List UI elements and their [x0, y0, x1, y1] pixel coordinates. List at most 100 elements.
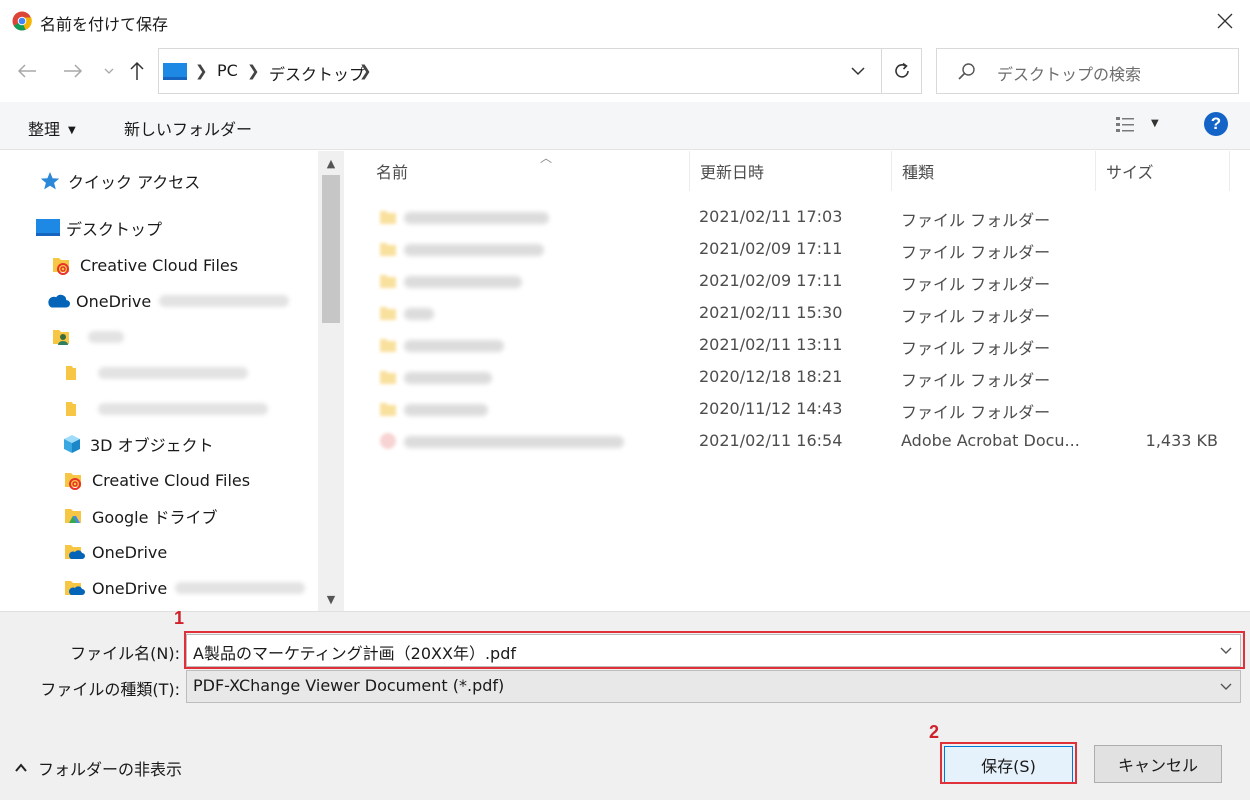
file-date: 2021/02/11 15:30: [699, 303, 843, 322]
back-button[interactable]: [14, 58, 40, 84]
recent-locations-button[interactable]: [96, 58, 122, 84]
folder-icon: [380, 275, 396, 288]
column-label: 更新日時: [700, 163, 765, 182]
table-row[interactable]: 2020/12/18 18:21 ファイル フォルダー: [346, 361, 1250, 393]
nav-creative-cloud-files[interactable]: Creative Cloud Files: [50, 249, 238, 281]
column-header-size[interactable]: サイズ: [1096, 151, 1230, 191]
nav-onedrive-3[interactable]: OneDrive: [62, 572, 306, 604]
nav-onedrive[interactable]: OneDrive: [46, 285, 290, 317]
nav-label: クイック アクセス: [68, 173, 201, 192]
up-button[interactable]: [124, 58, 150, 84]
table-row[interactable]: 2021/02/09 17:11 ファイル フォルダー: [346, 233, 1250, 265]
table-row[interactable]: 2021/02/09 17:11 ファイル フォルダー: [346, 265, 1250, 297]
redacted-text: [98, 403, 268, 415]
arrow-left-icon: [17, 64, 36, 78]
nav-google-drive[interactable]: Google ドライブ: [62, 500, 218, 532]
search-icon: [958, 63, 975, 80]
column-header-type[interactable]: 種類: [892, 151, 1096, 191]
column-label: 種類: [902, 163, 935, 182]
nav-label: Creative Cloud Files: [80, 255, 239, 275]
forward-button[interactable]: [60, 58, 86, 84]
file-type: ファイル フォルダー: [901, 307, 1051, 326]
hide-folders-button[interactable]: フォルダーの非表示: [14, 756, 182, 780]
folder-icon: [380, 243, 396, 256]
file-date: 2020/11/12 14:43: [699, 399, 843, 418]
organize-button[interactable]: 整理 ▼: [28, 116, 76, 140]
file-date: 2021/02/11 17:03: [699, 207, 843, 226]
view-dropdown-caret-icon[interactable]: ▼: [1151, 118, 1159, 129]
view-options-icon[interactable]: [1114, 114, 1138, 138]
breadcrumb-desktop[interactable]: デスクトップ: [269, 61, 365, 85]
folder-icon: [380, 339, 396, 352]
refresh-button[interactable]: [881, 49, 921, 93]
close-button[interactable]: [1200, 0, 1250, 42]
redacted-text: [98, 367, 248, 379]
nav-desktop[interactable]: デスクトップ: [36, 212, 162, 244]
file-date: 2021/02/09 17:11: [699, 239, 843, 258]
breadcrumb-pc[interactable]: PC: [217, 61, 238, 80]
search-box[interactable]: デスクトップの検索: [936, 48, 1239, 94]
scroll-down-icon[interactable]: ▼: [318, 587, 344, 611]
title-bar: 名前を付けて保存: [0, 0, 1250, 42]
nav-folder[interactable]: [60, 357, 248, 389]
organize-label: 整理: [28, 120, 61, 139]
hide-folders-label: フォルダーの非表示: [38, 760, 183, 779]
scroll-thumb[interactable]: [322, 175, 340, 323]
redacted-file-name: [404, 404, 488, 416]
nav-scrollbar[interactable]: ▲ ▼: [318, 151, 344, 611]
column-header-name[interactable]: ︿ 名前: [366, 151, 690, 191]
file-date: 2021/02/11 13:11: [699, 335, 843, 354]
creative-cloud-folder-icon: [62, 468, 86, 492]
redacted-file-name: [404, 276, 522, 288]
nav-label: OneDrive: [92, 578, 168, 598]
filetype-select[interactable]: PDF-XChange Viewer Document (*.pdf): [186, 670, 1241, 703]
table-row[interactable]: 2021/02/11 16:54 Adobe Acrobat Docu... 1,4…: [346, 425, 1250, 457]
nav-label: デスクトップ: [66, 220, 163, 239]
nav-label: OneDrive: [92, 542, 168, 562]
address-dropdown-button[interactable]: [835, 49, 881, 93]
file-date: 2021/02/11 16:54: [699, 431, 843, 450]
navigation-pane: クイック アクセス デスクトップ Creative Cloud Files On…: [0, 151, 344, 611]
nav-3d-objects[interactable]: 3D オブジェクト: [60, 428, 214, 460]
help-icon[interactable]: ?: [1204, 112, 1228, 136]
command-bar: 整理 ▼ 新しいフォルダー ▼: [0, 102, 1250, 150]
chrome-icon: [12, 11, 32, 31]
filetype-label: ファイルの種類(T):: [40, 680, 180, 699]
scroll-up-icon[interactable]: ▲: [318, 151, 344, 175]
table-row[interactable]: 2021/02/11 13:11 ファイル フォルダー: [346, 329, 1250, 361]
file-list: ︿ 名前 更新日時 種類 サイズ 2021/02/11 17:03 ファイル フォ…: [346, 151, 1250, 611]
redacted-file-name: [404, 244, 544, 256]
redacted-file-name: [404, 212, 549, 224]
nav-onedrive-2[interactable]: OneDrive: [62, 536, 167, 568]
search-input[interactable]: デスクトップの検索: [997, 61, 1141, 85]
desktop-icon: [36, 216, 60, 240]
redacted-file-name: [404, 340, 504, 352]
redacted-text: [175, 582, 306, 594]
folder-icon: [380, 307, 396, 320]
table-row[interactable]: 2021/02/11 15:30 ファイル フォルダー: [346, 297, 1250, 329]
nav-creative-cloud-files-2[interactable]: Creative Cloud Files: [62, 464, 250, 496]
folder-icon: [60, 397, 84, 421]
breadcrumb-separator: ❯: [195, 62, 208, 80]
file-date: 2020/12/18 18:21: [699, 367, 843, 386]
column-header-modified[interactable]: 更新日時: [690, 151, 892, 191]
new-folder-button[interactable]: 新しいフォルダー: [124, 116, 252, 140]
chevron-down-icon: [851, 67, 865, 76]
cube-3d-icon: [60, 432, 84, 456]
file-type: Adobe Acrobat Docu...: [901, 431, 1080, 450]
table-row[interactable]: 2020/11/12 14:43 ファイル フォルダー: [346, 393, 1250, 425]
onedrive-cloud-icon: [46, 289, 70, 313]
address-bar[interactable]: ❯ PC ❯ デスクトップ ❯: [158, 48, 922, 94]
nav-user-folder[interactable]: [50, 321, 124, 353]
table-row[interactable]: 2021/02/11 17:03 ファイル フォルダー: [346, 201, 1250, 233]
caret-down-icon: ▼: [68, 125, 76, 136]
cancel-button[interactable]: キャンセル: [1094, 745, 1222, 783]
file-type: ファイル フォルダー: [901, 371, 1051, 390]
nav-label: OneDrive: [76, 291, 152, 311]
close-icon: [1217, 13, 1233, 29]
nav-folder[interactable]: [60, 393, 268, 425]
breadcrumb-separator: ❯: [247, 62, 260, 80]
nav-quick-access[interactable]: クイック アクセス: [38, 165, 200, 197]
user-folder-icon: [50, 325, 74, 349]
file-type: ファイル フォルダー: [901, 403, 1051, 422]
